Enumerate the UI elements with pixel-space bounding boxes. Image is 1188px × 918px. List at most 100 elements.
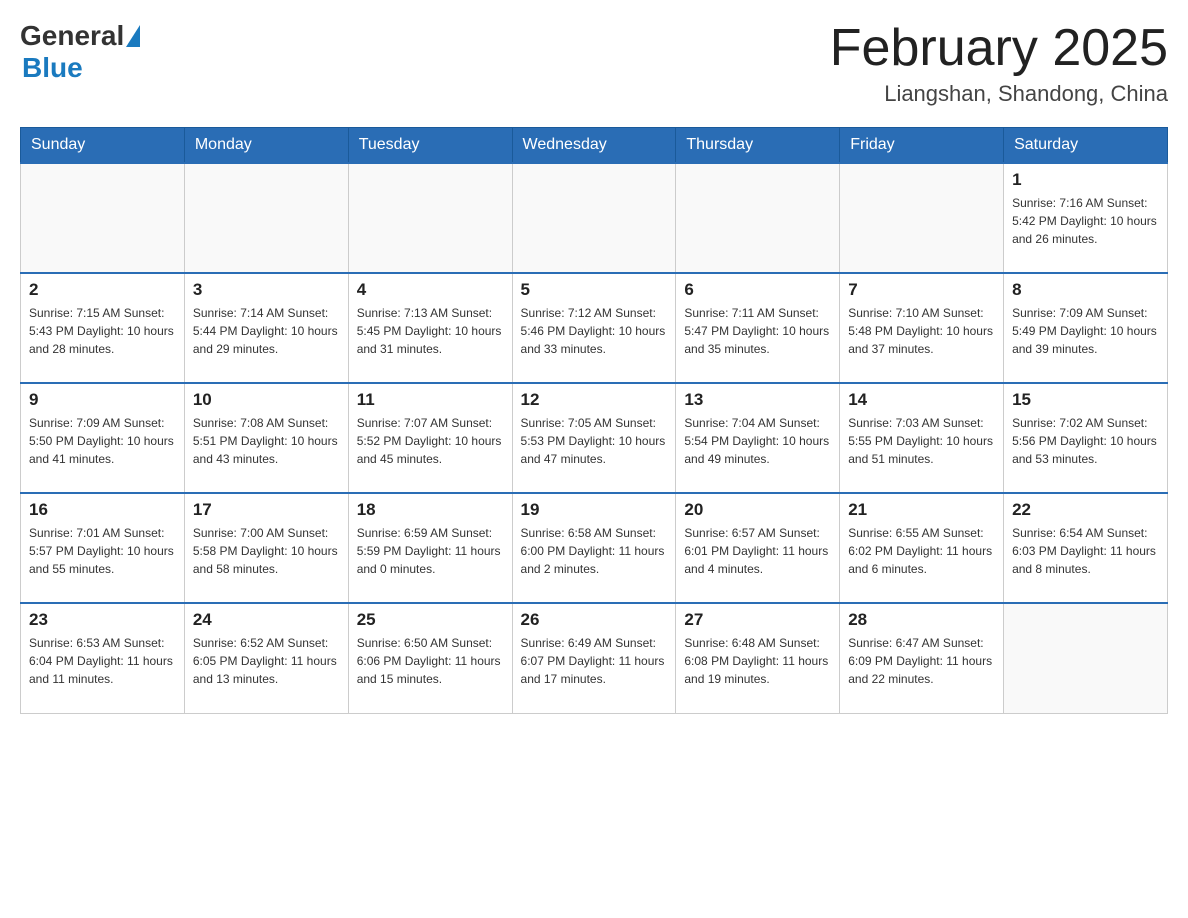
location-title: Liangshan, Shandong, China <box>830 81 1168 107</box>
day-number: 16 <box>29 500 176 520</box>
day-info: Sunrise: 6:57 AM Sunset: 6:01 PM Dayligh… <box>684 524 831 578</box>
day-number: 17 <box>193 500 340 520</box>
logo-triangle-icon <box>126 25 140 47</box>
month-title: February 2025 <box>830 20 1168 77</box>
day-number: 19 <box>521 500 668 520</box>
calendar-cell <box>512 163 676 273</box>
title-section: February 2025 Liangshan, Shandong, China <box>830 20 1168 107</box>
day-number: 8 <box>1012 280 1159 300</box>
weekday-header: Wednesday <box>512 128 676 164</box>
day-number: 18 <box>357 500 504 520</box>
calendar-cell: 18 Sunrise: 6:59 AM Sunset: 5:59 PM Dayli… <box>348 493 512 603</box>
day-number: 22 <box>1012 500 1159 520</box>
weekday-header: Saturday <box>1004 128 1168 164</box>
calendar-cell: 4 Sunrise: 7:13 AM Sunset: 5:45 PM Daylig… <box>348 273 512 383</box>
day-number: 23 <box>29 610 176 630</box>
day-info: Sunrise: 7:04 AM Sunset: 5:54 PM Dayligh… <box>684 414 831 468</box>
day-info: Sunrise: 6:47 AM Sunset: 6:09 PM Dayligh… <box>848 634 995 688</box>
day-number: 13 <box>684 390 831 410</box>
day-number: 2 <box>29 280 176 300</box>
day-info: Sunrise: 7:02 AM Sunset: 5:56 PM Dayligh… <box>1012 414 1159 468</box>
day-info: Sunrise: 6:59 AM Sunset: 5:59 PM Dayligh… <box>357 524 504 578</box>
calendar-cell: 16Sunrise: 7:01 AM Sunset: 5:57 PM Dayli… <box>21 493 185 603</box>
day-info: Sunrise: 6:58 AM Sunset: 6:00 PM Dayligh… <box>521 524 668 578</box>
day-number: 4 <box>357 280 504 300</box>
day-number: 6 <box>684 280 831 300</box>
day-info: Sunrise: 6:53 AM Sunset: 6:04 PM Dayligh… <box>29 634 176 688</box>
logo-general-text: General <box>20 20 124 52</box>
day-number: 9 <box>29 390 176 410</box>
calendar-cell: 24 Sunrise: 6:52 AM Sunset: 6:05 PM Dayli… <box>184 603 348 713</box>
weekday-header: Monday <box>184 128 348 164</box>
calendar-cell: 27 Sunrise: 6:48 AM Sunset: 6:08 PM Dayli… <box>676 603 840 713</box>
calendar-cell: 2 Sunrise: 7:15 AM Sunset: 5:43 PM Daylig… <box>21 273 185 383</box>
calendar-cell: 22 Sunrise: 6:54 AM Sunset: 6:03 PM Dayli… <box>1004 493 1168 603</box>
day-info: Sunrise: 7:14 AM Sunset: 5:44 PM Dayligh… <box>193 304 340 358</box>
day-info: Sunrise: 7:10 AM Sunset: 5:48 PM Dayligh… <box>848 304 995 358</box>
calendar-cell: 12 Sunrise: 7:05 AM Sunset: 5:53 PM Dayli… <box>512 383 676 493</box>
day-info: Sunrise: 6:49 AM Sunset: 6:07 PM Dayligh… <box>521 634 668 688</box>
day-number: 27 <box>684 610 831 630</box>
day-number: 24 <box>193 610 340 630</box>
calendar-cell <box>348 163 512 273</box>
calendar-cell: 6 Sunrise: 7:11 AM Sunset: 5:47 PM Daylig… <box>676 273 840 383</box>
logo-blue-text: Blue <box>22 52 83 84</box>
day-info: Sunrise: 7:03 AM Sunset: 5:55 PM Dayligh… <box>848 414 995 468</box>
calendar-week-row: 23 Sunrise: 6:53 AM Sunset: 6:04 PM Dayli… <box>21 603 1168 713</box>
calendar-header-row: SundayMondayTuesdayWednesdayThursdayFrid… <box>21 128 1168 164</box>
calendar-cell: 7 Sunrise: 7:10 AM Sunset: 5:48 PM Daylig… <box>840 273 1004 383</box>
day-info: Sunrise: 7:15 AM Sunset: 5:43 PM Dayligh… <box>29 304 176 358</box>
calendar-cell: 10 Sunrise: 7:08 AM Sunset: 5:51 PM Dayli… <box>184 383 348 493</box>
day-info: Sunrise: 7:09 AM Sunset: 5:50 PM Dayligh… <box>29 414 176 468</box>
calendar-cell: 13 Sunrise: 7:04 AM Sunset: 5:54 PM Dayli… <box>676 383 840 493</box>
day-number: 12 <box>521 390 668 410</box>
day-info: Sunrise: 6:55 AM Sunset: 6:02 PM Dayligh… <box>848 524 995 578</box>
day-info: Sunrise: 7:00 AM Sunset: 5:58 PM Dayligh… <box>193 524 340 578</box>
day-info: Sunrise: 6:50 AM Sunset: 6:06 PM Dayligh… <box>357 634 504 688</box>
day-info: Sunrise: 7:12 AM Sunset: 5:46 PM Dayligh… <box>521 304 668 358</box>
calendar-cell: 3Sunrise: 7:14 AM Sunset: 5:44 PM Daylig… <box>184 273 348 383</box>
calendar-cell: 28Sunrise: 6:47 AM Sunset: 6:09 PM Dayli… <box>840 603 1004 713</box>
day-number: 10 <box>193 390 340 410</box>
logo: General Blue <box>20 20 140 84</box>
day-number: 5 <box>521 280 668 300</box>
day-info: Sunrise: 7:09 AM Sunset: 5:49 PM Dayligh… <box>1012 304 1159 358</box>
day-number: 20 <box>684 500 831 520</box>
day-info: Sunrise: 6:54 AM Sunset: 6:03 PM Dayligh… <box>1012 524 1159 578</box>
day-info: Sunrise: 7:16 AM Sunset: 5:42 PM Dayligh… <box>1012 194 1159 248</box>
day-number: 1 <box>1012 170 1159 190</box>
day-number: 21 <box>848 500 995 520</box>
day-number: 14 <box>848 390 995 410</box>
calendar-cell: 26Sunrise: 6:49 AM Sunset: 6:07 PM Dayli… <box>512 603 676 713</box>
day-info: Sunrise: 7:13 AM Sunset: 5:45 PM Dayligh… <box>357 304 504 358</box>
day-info: Sunrise: 7:11 AM Sunset: 5:47 PM Dayligh… <box>684 304 831 358</box>
day-number: 15 <box>1012 390 1159 410</box>
day-info: Sunrise: 7:08 AM Sunset: 5:51 PM Dayligh… <box>193 414 340 468</box>
page-header: General Blue February 2025 Liangshan, Sh… <box>20 20 1168 107</box>
weekday-header: Thursday <box>676 128 840 164</box>
day-info: Sunrise: 6:52 AM Sunset: 6:05 PM Dayligh… <box>193 634 340 688</box>
calendar-week-row: 16Sunrise: 7:01 AM Sunset: 5:57 PM Dayli… <box>21 493 1168 603</box>
calendar-cell: 19 Sunrise: 6:58 AM Sunset: 6:00 PM Dayli… <box>512 493 676 603</box>
calendar-cell <box>21 163 185 273</box>
day-number: 7 <box>848 280 995 300</box>
day-info: Sunrise: 7:05 AM Sunset: 5:53 PM Dayligh… <box>521 414 668 468</box>
calendar-cell <box>1004 603 1168 713</box>
calendar-cell: 15 Sunrise: 7:02 AM Sunset: 5:56 PM Dayli… <box>1004 383 1168 493</box>
day-info: Sunrise: 6:48 AM Sunset: 6:08 PM Dayligh… <box>684 634 831 688</box>
calendar-cell: 9 Sunrise: 7:09 AM Sunset: 5:50 PM Daylig… <box>21 383 185 493</box>
calendar-cell <box>840 163 1004 273</box>
calendar-cell: 25 Sunrise: 6:50 AM Sunset: 6:06 PM Dayli… <box>348 603 512 713</box>
day-number: 25 <box>357 610 504 630</box>
day-info: Sunrise: 7:07 AM Sunset: 5:52 PM Dayligh… <box>357 414 504 468</box>
calendar-table: SundayMondayTuesdayWednesdayThursdayFrid… <box>20 127 1168 714</box>
calendar-cell: 14 Sunrise: 7:03 AM Sunset: 5:55 PM Dayli… <box>840 383 1004 493</box>
calendar-cell: 8 Sunrise: 7:09 AM Sunset: 5:49 PM Daylig… <box>1004 273 1168 383</box>
calendar-cell: 20 Sunrise: 6:57 AM Sunset: 6:01 PM Dayli… <box>676 493 840 603</box>
calendar-cell: 1 Sunrise: 7:16 AM Sunset: 5:42 PM Daylig… <box>1004 163 1168 273</box>
calendar-week-row: 1 Sunrise: 7:16 AM Sunset: 5:42 PM Daylig… <box>21 163 1168 273</box>
calendar-cell: 11Sunrise: 7:07 AM Sunset: 5:52 PM Dayli… <box>348 383 512 493</box>
calendar-cell: 21 Sunrise: 6:55 AM Sunset: 6:02 PM Dayli… <box>840 493 1004 603</box>
calendar-cell: 17 Sunrise: 7:00 AM Sunset: 5:58 PM Dayli… <box>184 493 348 603</box>
calendar-cell: 23 Sunrise: 6:53 AM Sunset: 6:04 PM Dayli… <box>21 603 185 713</box>
